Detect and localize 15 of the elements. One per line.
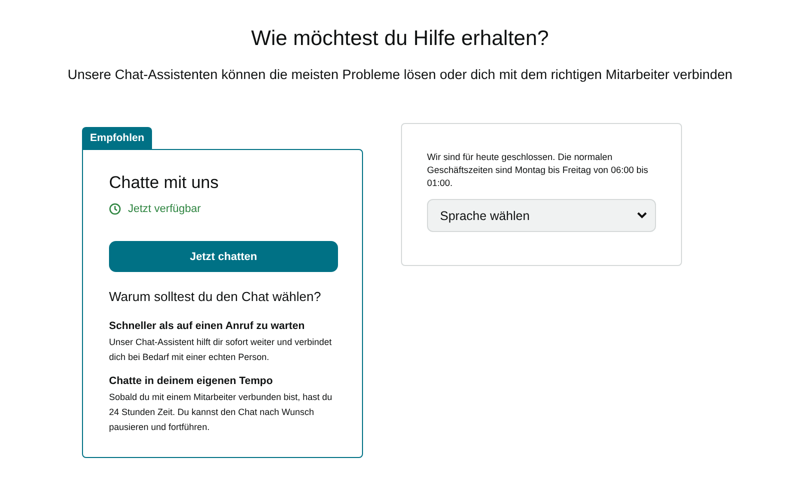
chevron-down-icon — [637, 212, 647, 219]
start-chat-button[interactable]: Jetzt chatten — [109, 241, 338, 272]
recommended-badge: Empfohlen — [82, 127, 152, 149]
language-select[interactable]: Sprache wählen — [427, 199, 656, 232]
chat-heading: Chatte mit uns — [109, 172, 220, 194]
reason-text: Unser Chat-Assistent hilft dir sofort weiter und verbindet dich bei Bedarf mit einer echten Person. — [109, 336, 333, 364]
reason-title: Chatte in deinem eigenen Tempo — [109, 374, 274, 388]
page-title: Wie möchtest du Hilfe erhalten? — [250, 26, 550, 52]
reason-title: Schneller als auf einen Anruf zu warten — [109, 319, 306, 333]
clock-icon — [109, 203, 121, 215]
availability-status: Jetzt verfügbar — [128, 203, 201, 215]
closed-notice: Wir sind für heute geschlossen. Die normalen Geschäftszeiten sind Montag bis Freitag von 06:00 bis 01:00. — [427, 151, 650, 190]
reason-text: Sobald du mit einem Mitarbeiter verbunden bist, hast du 24 Stunden Zeit. Du kannst den Chat nach Wunsch pausieren und fortführen. — [109, 391, 334, 434]
why-chat-heading: Warum solltest du den Chat wählen? — [109, 288, 322, 306]
page-subtitle: Unsere Chat-Assistenten können die meisten Probleme lösen oder dich mit dem richtigen Mitarbeiter verbinden — [66, 66, 734, 84]
